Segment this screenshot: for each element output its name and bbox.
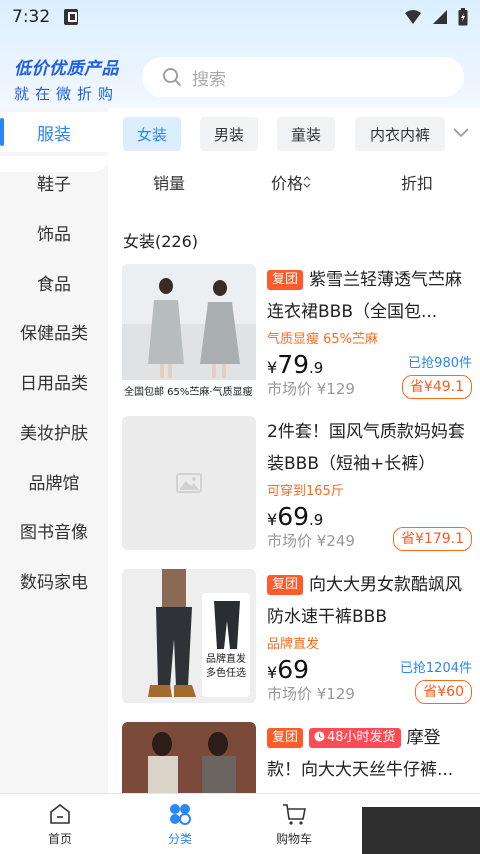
product-image-caption: 全国包邮 65%苎麻·气质显瘦 [124,387,253,398]
sidebar-item-accessories[interactable]: 饰品 [0,212,108,252]
market-price: 市场价 ¥129 [267,380,355,398]
tab-cart[interactable]: 购物车 [234,794,354,854]
battery-icon [458,8,468,26]
group-buy-badge: 复团 [267,575,304,595]
chevron-down-icon[interactable] [452,126,470,138]
sold-count: 已抢1204件 [399,661,472,676]
status-time: 7:32 [12,7,51,27]
product-features: 气质显瘦 65%苎麻 [267,332,379,347]
product-features: 可穿到165斤 [267,484,344,499]
savings-badge: 省¥49.1 [401,375,472,399]
sidebar-item-electronics[interactable]: 数码家电 [0,560,108,600]
app-screen: 7:32 低价优质产品 就在微折购 搜索 服装 鞋子 饰品 食品 保健品类 日用… [0,0,480,854]
tab-bar-overlay [362,807,480,854]
home-icon [50,803,70,824]
sidebar-item-clothing[interactable]: 服装 [0,112,108,152]
savings-badge: 省¥179.1 [393,527,472,551]
search-placeholder: 搜索 [192,69,226,90]
signal-icon [433,10,447,24]
sidebar-item-food[interactable]: 食品 [0,262,108,302]
tab-category-label: 分类 [167,832,192,846]
list-title: 女装(226) [123,232,199,251]
search-icon [163,68,181,86]
sold-count: 已抢980件 [408,356,472,371]
product-title[interactable]: 复团 向大大男女款酷飒风防水速干裤BBB [267,569,467,633]
sidebar-item-health[interactable]: 保健品类 [0,311,108,351]
subcategory-chip-underwear[interactable]: 内衣内裤 [355,117,445,151]
tab-home[interactable]: 首页 [0,794,120,854]
product-image-caption: 品牌直发 多色任选 [206,654,246,679]
savings-badge: 省¥60 [415,680,472,704]
subcategory-chip-men[interactable]: 男装 [200,117,258,151]
sidebar-item-shoes[interactable]: 鞋子 [0,162,108,202]
logo-subtitle: 就在微折购 [14,85,120,103]
sort-by-discount[interactable]: 折扣 [401,170,433,194]
product-title-text: 2件套！国风气质款妈妈套装BBB（短袖+长裤） [267,422,465,474]
tab-home-label: 首页 [47,832,72,846]
sort-by-price[interactable]: 价格 [271,170,311,194]
sidebar-item-daily[interactable]: 日用品类 [0,361,108,401]
group-buy-badge: 复团 [267,728,304,748]
product-price: ¥79.9 [267,350,324,379]
category-sidebar: 服装 鞋子 饰品 食品 保健品类 日用品类 美妆护肤 品牌馆 图书音像 数码家电 [0,108,108,793]
product-title[interactable]: 2件套！国风气质款妈妈套装BBB（短袖+长裤） [267,416,467,480]
app-logo: 低价优质产品 就在微折购 [14,54,119,104]
product-image[interactable]: 全国包邮 65%苎麻·气质显瘦 [122,264,256,398]
product-features: 品牌直发 [267,637,320,652]
sort-arrows-icon [303,176,311,188]
search-bar[interactable]: 搜索 [142,57,464,97]
sidebar-item-brands[interactable]: 品牌馆 [0,461,108,501]
product-title[interactable]: 复团 48小时发货 摩登款！向大大天丝牛仔裤... [267,722,467,786]
logo-slogan: 低价优质产品 [14,59,119,79]
sort-by-sales[interactable]: 销量 [153,170,185,194]
market-price: 市场价 ¥249 [267,532,355,550]
shipping-badge: 48小时发货 [309,728,401,748]
subcategory-chip-women[interactable]: 女装 [123,117,181,151]
sidebar-item-beauty[interactable]: 美妆护肤 [0,411,108,451]
clock-icon [314,731,325,742]
product-card[interactable]: 全国包邮 65%苎麻·气质显瘦 复团 紫雪兰轻薄透气苎麻连衣裙BBB（全国包...… [122,264,472,399]
notification-app-icon [64,9,79,25]
sidebar-item-books[interactable]: 图书音像 [0,510,108,550]
product-image[interactable] [122,416,256,550]
product-price: ¥69 [267,655,309,684]
wifi-icon [405,10,421,24]
tab-cart-label: 购物车 [275,832,312,846]
cart-icon [283,804,306,825]
category-icon [170,804,191,825]
product-title[interactable]: 复团 紫雪兰轻薄透气苎麻连衣裙BBB（全国包... [267,264,467,328]
product-card[interactable]: 品牌直发 多色任选 复团 向大大男女款酷飒风防水速干裤BBB 品牌直发 ¥69 市… [122,569,472,704]
sort-price-label: 价格 [271,174,304,193]
market-price: 市场价 ¥129 [267,685,355,703]
product-panel: 女装 男装 童装 内衣内裤 销量 价格 折扣 女装(226) 全国包邮 65%苎… [108,108,480,854]
status-bar: 7:32 [0,0,480,34]
subcategory-chip-kids[interactable]: 童装 [277,117,335,151]
group-buy-badge: 复团 [267,270,304,290]
tab-category[interactable]: 分类 [120,794,240,854]
tab-bar: 首页 分类 购物车 [0,793,480,854]
product-price: ¥69.9 [267,502,324,531]
product-card[interactable]: 2件套！国风气质款妈妈套装BBB（短袖+长裤） 可穿到165斤 ¥69.9 市场… [122,416,472,551]
product-image[interactable]: 品牌直发 多色任选 [122,569,256,703]
